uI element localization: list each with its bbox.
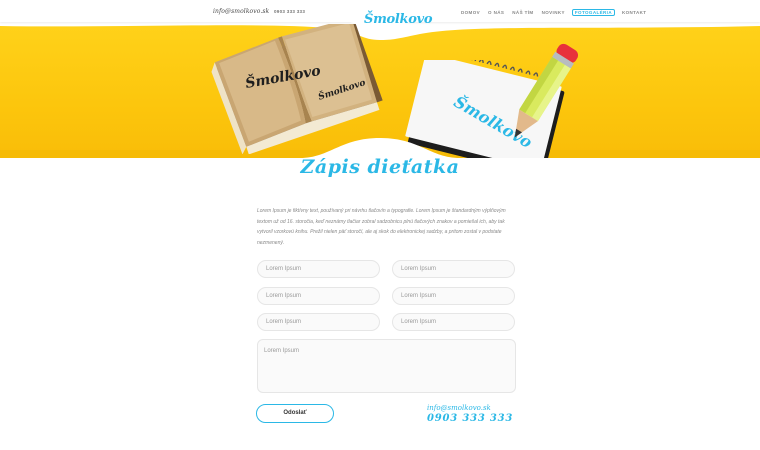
site-logo[interactable]: Šmolkovo [364,12,433,27]
form-field-5[interactable]: Lorem Ipsum [257,313,380,331]
form-field-1[interactable]: Lorem Ipsum [257,260,380,278]
intro-text: Lorem Ipsum je fiktívny text, používaný … [257,208,506,246]
nav-item-kontakt[interactable]: Kontakt [621,9,647,16]
nav-item-domov[interactable]: Domov [460,9,481,16]
main-nav: Domov O nás Náš tím Novinky Fotogaléria … [460,9,647,16]
contact-email[interactable]: info@smolkovo.sk [427,404,491,412]
submit-button[interactable]: Odoslať [256,404,334,423]
message-textarea[interactable]: Lorem Ipsum [257,339,516,393]
header-email[interactable]: info@smolkovo.sk [213,8,269,15]
header-phone: 0903 333 333 [274,9,306,14]
form-field-4[interactable]: Lorem Ipsum [392,287,515,305]
form-field-2[interactable]: Lorem Ipsum [392,260,515,278]
form-field-6[interactable]: Lorem Ipsum [392,313,515,331]
page-title: Zápis dieťatka [300,156,460,178]
nav-item-o-nas[interactable]: O nás [487,9,505,16]
nav-item-novinky[interactable]: Novinky [541,9,566,16]
form-field-3[interactable]: Lorem Ipsum [257,287,380,305]
nav-item-fotogaleria[interactable]: Fotogaléria [571,9,615,16]
nav-item-nas-tim[interactable]: Náš tím [511,9,534,16]
contact-phone: 0903 333 333 [427,413,514,424]
